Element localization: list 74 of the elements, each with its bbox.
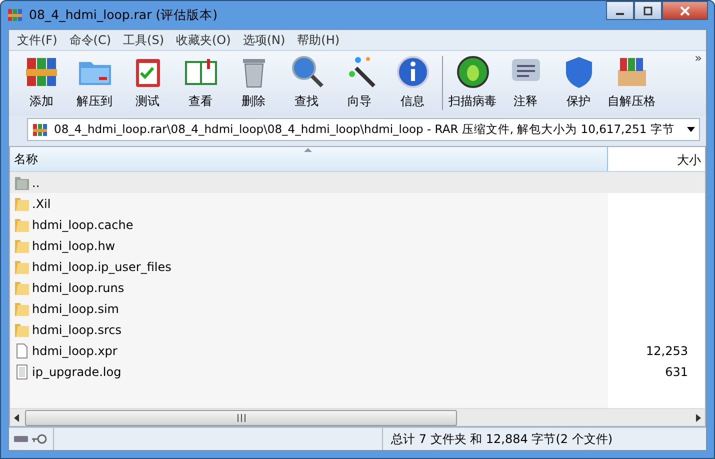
file-name: hdmi_loop.cache [32,218,134,232]
sort-arrow-icon [304,148,312,152]
toolbar-button[interactable]: 保护 [552,54,605,111]
toolbar-button[interactable]: 查找 [280,54,333,111]
close-button[interactable] [662,1,708,20]
column-header[interactable]: 大小 [608,147,705,171]
books-icon [32,122,48,138]
folder-icon [14,196,30,212]
toolbar-button[interactable]: 删除 [227,54,280,111]
menu-item[interactable]: 文件(F) [11,32,64,48]
folder-icon [14,238,30,254]
toolbar-button[interactable]: 向导 [333,54,386,111]
file-name: hdmi_loop.xpr [32,344,118,358]
file-name: .Xil [32,196,51,210]
file-size: 12,253 [646,344,688,358]
menu-item[interactable]: 命令(C) [63,32,118,48]
close-icon [680,6,690,16]
file-row[interactable]: hdmi_loop.sim [10,298,705,319]
file-size: 631 [665,364,688,378]
toolbar-button[interactable]: 解压到 [68,54,121,111]
scrollbar-thumb[interactable] [25,410,457,426]
toolbar-button[interactable]: 查看 [174,54,227,111]
maximize-icon [643,6,653,16]
toolbar-button[interactable]: 信息 [386,54,439,111]
file-row[interactable]: hdmi_loop.cache [10,214,705,235]
file-name: hdmi_loop.hw [32,238,116,252]
toolbar-button[interactable]: 注释 [499,54,552,111]
file-row[interactable]: hdmi_loop.runs [10,277,705,298]
file-row[interactable]: hdmi_loop.srcs [10,319,705,340]
file-row[interactable]: .. [10,172,705,193]
grip-icon [236,414,246,422]
status-text: 总计 7 文件夹 和 12,884 字节(2 个文件) [390,430,613,448]
toolbar-overflow-button[interactable]: » [694,51,702,65]
folder-icon [14,300,30,316]
toolbar-button[interactable]: 添加 [15,54,68,111]
menu-item[interactable]: 选项(N) [236,32,292,48]
file-name: hdmi_loop.srcs [32,322,122,336]
file-row[interactable]: hdmi_loop.ip_user_files [10,256,705,277]
folder-icon [14,174,30,190]
minimize-icon [616,12,624,14]
books-icon [7,7,23,23]
dropdown-caret-icon[interactable] [687,127,695,132]
horizontal-scrollbar[interactable] [10,408,705,426]
window-title: 08_4_hdmi_loop.rar (评估版本) [29,6,218,24]
file-row[interactable]: ip_upgrade.log 631 [10,361,705,382]
info-icon [394,54,430,90]
toolbar-button[interactable]: 测试 [121,54,174,111]
menu-item[interactable]: 工具(S) [117,32,170,48]
folder-icon [14,322,30,338]
drive-icon [13,434,29,444]
file-row[interactable]: hdmi_loop.hw [10,235,705,256]
toolbar-button[interactable]: 自解压格 [605,54,658,111]
menu-item[interactable]: 帮助(H) [291,32,346,48]
folder-icon [14,280,30,296]
menu-item[interactable]: 收藏夹(O) [170,32,237,48]
file-name: hdmi_loop.runs [32,280,124,294]
text-file-icon [14,364,30,380]
key-icon [31,434,47,444]
file-name: .. [32,176,40,190]
file-name: hdmi_loop.ip_user_files [32,260,172,274]
file-name: hdmi_loop.sim [32,302,119,316]
bug-icon [454,54,490,90]
folder-icon [14,258,30,274]
toolbar-button[interactable]: 扫描病毒 [446,54,499,111]
file-row[interactable]: hdmi_loop.xpr 12,253 [10,340,705,361]
file-icon [14,342,30,358]
maximize-button[interactable] [634,1,662,20]
address-field[interactable]: 08_4_hdmi_loop.rar\08_4_hdmi_loop\08_4_hdmi_loop\hdmi_loop - RAR 压缩文件, 解包大小为 10,617,251 字节 [27,118,700,141]
scroll-left-icon[interactable] [14,414,19,422]
minimize-button[interactable] [606,1,634,20]
file-row[interactable]: .Xil [10,193,705,214]
file-name: ip_upgrade.log [32,364,122,378]
folder-icon [14,216,30,232]
scroll-right-icon[interactable] [696,414,701,422]
